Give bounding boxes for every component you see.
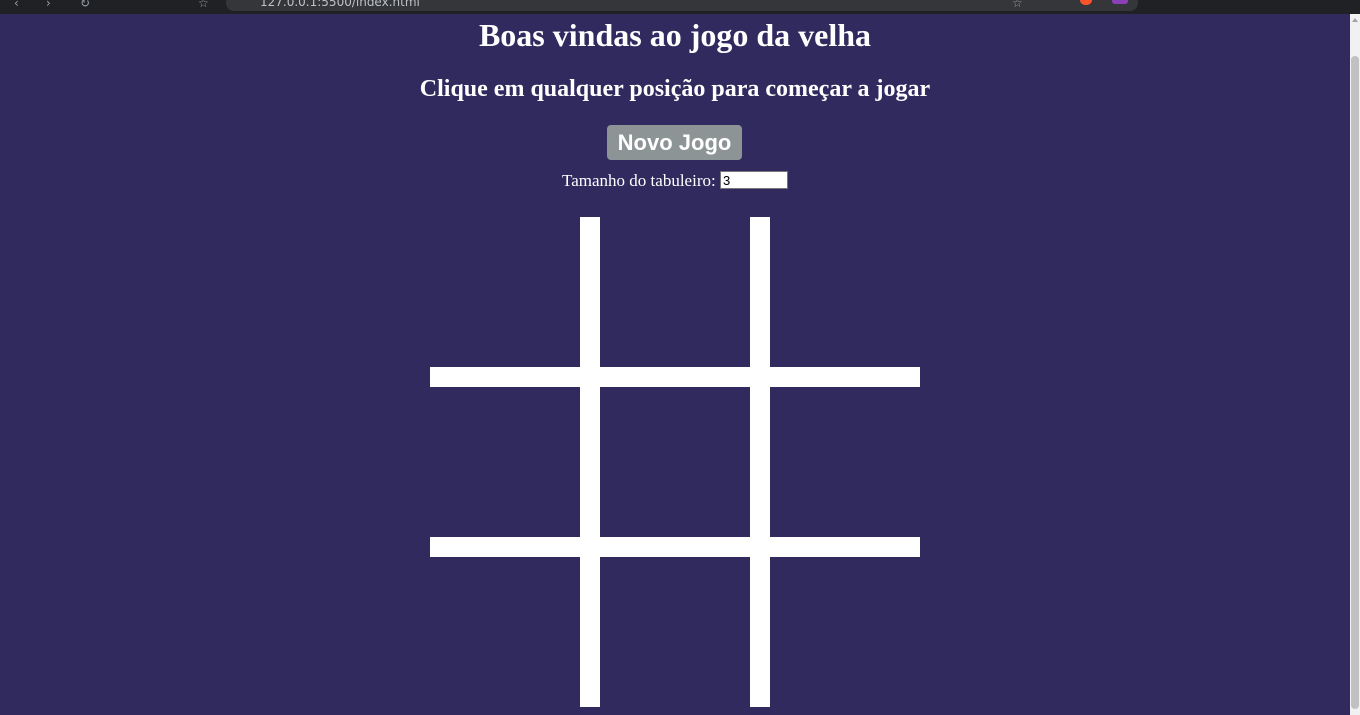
tic-tac-toe-board [430,217,920,707]
board-cell[interactable] [430,557,580,707]
reload-icon[interactable]: ↻ [80,0,90,10]
page-scrollbar[interactable] [1350,14,1360,715]
board-cell[interactable] [770,387,920,537]
board-cell[interactable] [600,557,750,707]
star-icon[interactable]: ☆ [1012,0,1023,10]
extension-icon[interactable] [1112,0,1128,4]
browser-toolbar: ‹ › ↻ ☆ 127.0.0.1:5500/index.html ☆ [0,0,1360,14]
board-vertical-line [580,217,600,707]
scroll-up-icon[interactable] [1352,18,1358,22]
board-cell[interactable] [770,557,920,707]
board-horizontal-line [430,537,920,557]
board-cell[interactable] [430,217,580,367]
page-subtitle: Clique em qualquer posição para começar … [419,76,931,102]
board-cell[interactable] [600,387,750,537]
board-cell[interactable] [770,217,920,367]
back-icon[interactable]: ‹ [14,0,19,10]
address-bar[interactable]: 127.0.0.1:5500/index.html [226,0,1138,11]
address-bar-text: 127.0.0.1:5500/index.html [260,0,420,9]
board-size-row: Tamanho do tabuleiro: [0,171,1350,191]
board-horizontal-line [430,367,920,387]
board-cell[interactable] [600,217,750,367]
scrollbar-thumb[interactable] [1351,56,1359,709]
board-cell[interactable] [430,387,580,537]
new-game-button[interactable]: Novo Jogo [607,125,742,160]
forward-icon[interactable]: › [46,0,51,10]
board-size-input[interactable] [719,171,788,189]
page-title: Boas vindas ao jogo da velha [478,17,872,53]
board-size-label: Tamanho do tabuleiro: [562,171,716,190]
board-vertical-line [750,217,770,707]
bookmark-icon[interactable]: ☆ [198,0,209,10]
